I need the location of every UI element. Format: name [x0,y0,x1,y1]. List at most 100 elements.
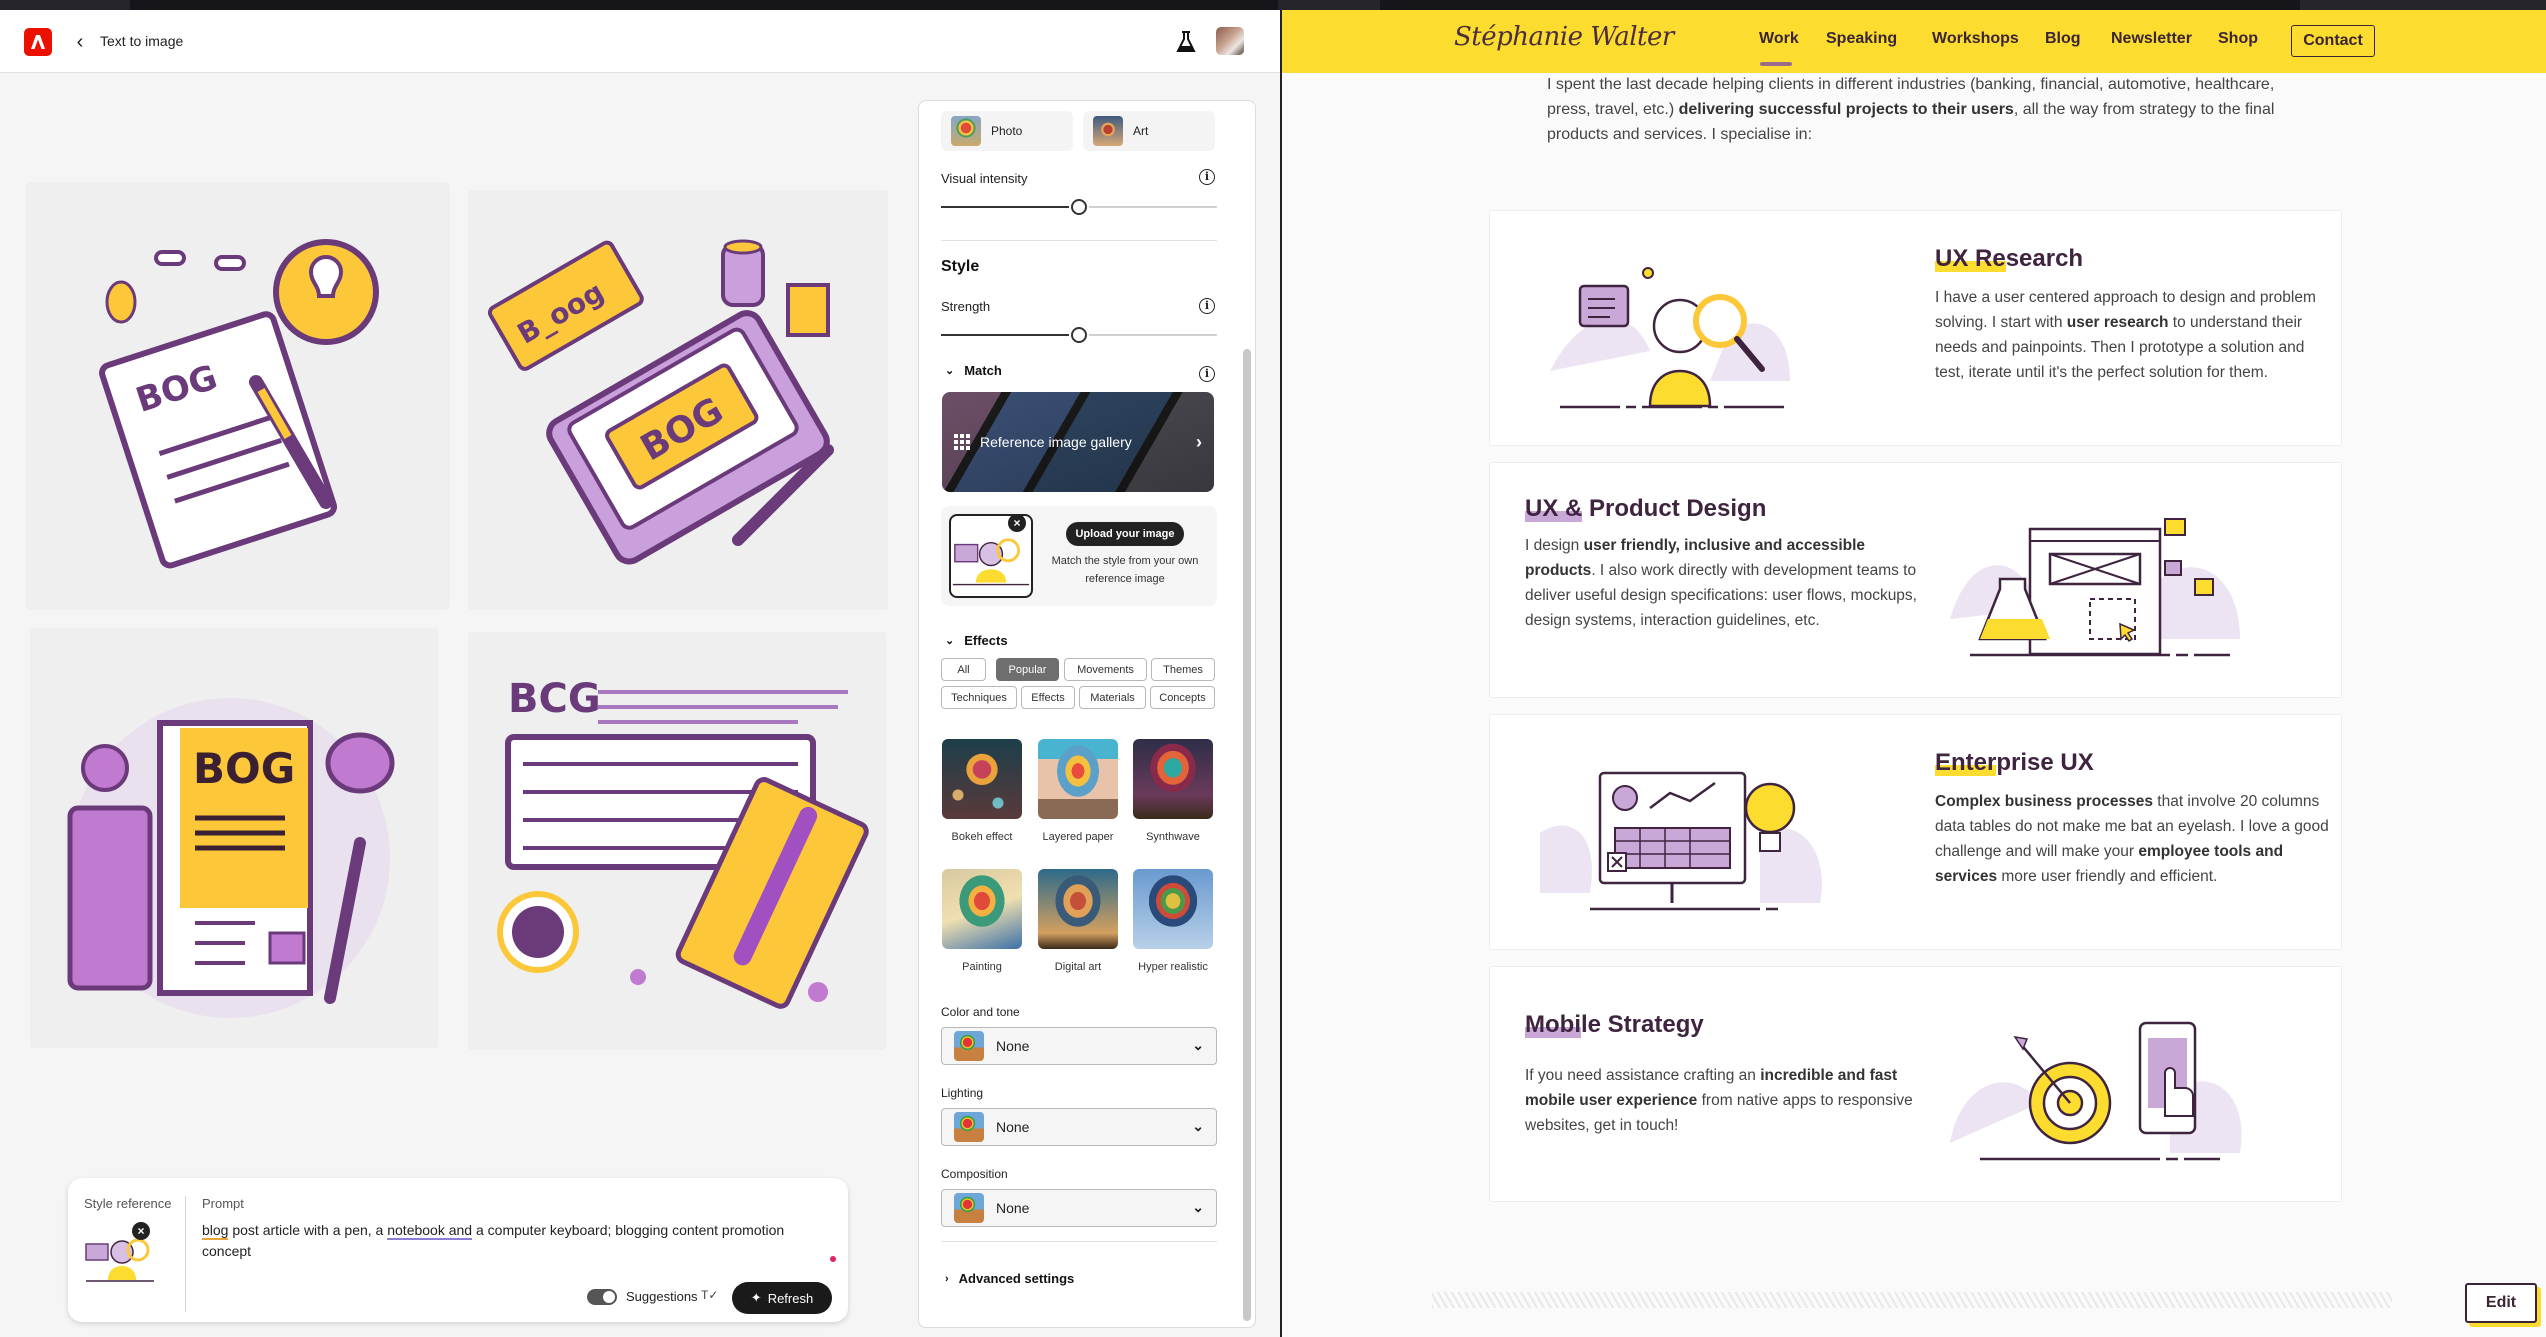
filter-chip-concepts[interactable]: Concepts [1150,686,1215,709]
effect-synthwave[interactable]: Synthwave [1133,739,1213,843]
effect-thumbnail [1038,869,1118,949]
effects-section-toggle[interactable]: ⌄ Effects [945,633,1008,648]
info-icon[interactable]: i [1199,169,1215,185]
generated-image-4[interactable]: BCG [468,632,886,1050]
select-thumbnail [954,1112,984,1142]
website-window: Stéphanie Walter Work Speaking Workshops… [1280,10,2546,1337]
footer-divider [1432,1292,2392,1308]
adobe-logo-icon[interactable] [24,28,52,56]
effects-label: Effects [964,633,1008,648]
nav-workshops[interactable]: Workshops [1932,30,2019,48]
nav-shop[interactable]: Shop [2218,30,2258,48]
art-thumbnail [1093,116,1123,146]
generated-image-2[interactable]: BOG B_oog [468,190,888,610]
advanced-settings-toggle[interactable]: › Advanced settings [945,1271,1074,1286]
nav-newsletter[interactable]: Newsletter [2111,30,2192,48]
page-title: Text to image [100,33,184,49]
visual-intensity-label: Visual intensity [941,171,1028,186]
effect-bokeh[interactable]: Bokeh effect [942,739,1022,843]
content-type-art[interactable]: Art [1083,111,1215,151]
advanced-settings-label: Advanced settings [958,1271,1075,1286]
slider-handle[interactable] [1071,199,1087,215]
slider-handle[interactable] [1071,327,1087,343]
active-nav-indicator [1760,62,1792,66]
content-type-photo[interactable]: Photo [941,111,1073,151]
filter-chip-materials[interactable]: Materials [1079,686,1146,709]
chevron-down-icon: ⌄ [945,365,955,377]
nav-speaking[interactable]: Speaking [1826,30,1897,48]
flask-icon[interactable] [1176,31,1196,53]
os-title-bar [0,0,2546,10]
site-logo[interactable]: Stéphanie Walter [1454,22,1674,52]
suggestions-toggle[interactable] [587,1289,617,1305]
image-tablet-illustration: BOG B_oog [468,190,888,610]
filter-chip-movements[interactable]: Movements [1064,658,1147,681]
refresh-sparkle-icon: ✦ [750,1290,762,1305]
service-description: Complex business processes that involve … [1935,789,2330,889]
contact-button[interactable]: Contact [2291,25,2375,57]
chevron-down-icon: ⌄ [1192,1118,1204,1134]
effect-label: Bokeh effect [951,831,1013,843]
panel-scrollbar[interactable] [1243,349,1251,1321]
image-book-illustration: BOG [30,628,438,1048]
chevron-right-icon: › [945,1272,949,1285]
title-rest: Product Design [1582,495,1767,522]
edit-button[interactable]: Edit [2465,1283,2537,1323]
title-rest: le Strategy [1580,1011,1704,1038]
composition-select[interactable]: None ⌄ [941,1189,1217,1227]
prompt-input[interactable]: blog post article with a pen, a notebook… [202,1220,832,1262]
remove-style-reference-icon[interactable]: × [132,1222,150,1240]
prompt-part-grammar: notebook and [387,1222,473,1240]
title-bar-segment [1380,0,2300,10]
effect-thumbnail [1038,739,1118,819]
content-type-label: Art [1133,124,1149,138]
effect-painting[interactable]: Painting [942,869,1022,973]
filter-chip-popular[interactable]: Popular [996,658,1059,681]
effect-label: Digital art [1054,961,1102,973]
remove-reference-icon[interactable]: × [1008,514,1026,532]
lighting-select[interactable]: None ⌄ [941,1108,1217,1146]
color-and-tone-select[interactable]: None ⌄ [941,1027,1217,1065]
composition-label: Composition [941,1167,1008,1181]
effect-layered-paper[interactable]: Layered paper [1038,739,1118,843]
app-header: ‹ Text to image [0,10,1280,73]
strength-label: Strength [941,299,991,314]
user-avatar[interactable] [1216,27,1244,55]
info-icon[interactable]: i [1199,298,1215,314]
photo-thumbnail [951,116,981,146]
refresh-button[interactable]: ✦ Refresh [732,1282,832,1314]
reference-image-gallery-button[interactable]: Reference image gallery › [942,392,1214,492]
service-description: I have a user centered approach to desig… [1935,285,2330,385]
nav-work[interactable]: Work [1759,30,1799,48]
effect-digital-art[interactable]: Digital art [1038,869,1118,973]
ux-research-illustration [1550,267,1790,409]
prompt-bar: Style reference × Prompt blog post artic… [68,1178,848,1322]
nav-blog[interactable]: Blog [2045,30,2081,48]
service-description: If you need assistance crafting an incre… [1525,1063,1920,1138]
generated-image-1[interactable]: BOG [26,182,450,610]
text-check-icon[interactable]: T✓ [701,1288,719,1306]
prompt-part: post article with a pen, a [228,1222,388,1238]
filter-chip-themes[interactable]: Themes [1151,658,1215,681]
intro-paragraph: I spent the last decade helping clients … [1547,72,2307,147]
lighting-label: Lighting [941,1086,984,1100]
title-rest: prise UX [1996,749,2094,776]
info-icon[interactable]: i [1199,366,1215,382]
service-card-mobile-strategy: Mobile Strategy If you need assistance c… [1489,966,2342,1202]
select-thumbnail [954,1193,984,1223]
strength-slider[interactable] [941,327,1217,343]
effect-thumbnail [942,869,1022,949]
prompt-part-spelling: blog [202,1222,229,1240]
filter-chip-all[interactable]: All [941,658,986,681]
filter-chip-techniques[interactable]: Techniques [941,686,1017,709]
filter-chip-effects[interactable]: Effects [1021,686,1075,709]
generated-image-3[interactable]: BOG [30,628,438,1048]
content-type-label: Photo [991,124,1023,138]
ux-product-design-illustration [1950,518,2240,657]
match-section-toggle[interactable]: ⌄ Match [945,363,1002,378]
chevron-left-icon[interactable]: ‹ [70,30,90,54]
visual-intensity-slider[interactable] [941,199,1217,215]
upload-image-button[interactable]: Upload your image [1066,522,1184,546]
effect-hyper-realistic[interactable]: Hyper realistic [1133,869,1213,973]
svg-text:BOG: BOG [193,744,295,793]
